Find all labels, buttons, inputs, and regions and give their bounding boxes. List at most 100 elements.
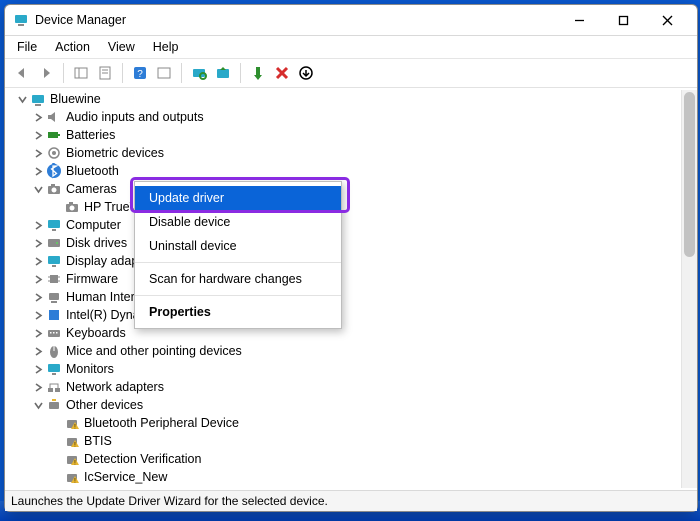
scrollbar-thumb[interactable] [684, 92, 695, 257]
tree-item[interactable]: ! IcService_New [9, 468, 679, 486]
expand-toggle[interactable] [15, 92, 29, 106]
intel-icon [46, 307, 62, 323]
status-bar: Launches the Update Driver Wizard for th… [5, 490, 697, 511]
tree-label: Other devices [66, 398, 143, 412]
titlebar[interactable]: Device Manager [5, 5, 697, 36]
tree-label: Monitors [66, 362, 114, 376]
action-button[interactable] [153, 62, 175, 84]
tree-root[interactable]: Bluewine [9, 90, 679, 108]
tree-item[interactable]: Other devices [9, 396, 679, 414]
menu-action[interactable]: Action [47, 38, 98, 56]
tree-label: IcService_New [84, 470, 167, 484]
expand-toggle[interactable] [31, 272, 45, 286]
toolbar-separator [181, 63, 182, 83]
expand-toggle[interactable] [31, 380, 45, 394]
tree-pane: Bluewine Audio inputs and outputs Batterie… [5, 88, 697, 490]
tree-label: Network adapters [66, 380, 164, 394]
toolbar: ? [5, 59, 697, 88]
tree-item[interactable]: Keyboards [9, 324, 679, 342]
expand-toggle[interactable] [31, 398, 45, 412]
device-manager-window: Device Manager File Action View Help ? B… [4, 4, 698, 512]
context-menu-item[interactable]: Disable device [135, 210, 341, 234]
menu-help[interactable]: Help [145, 38, 187, 56]
tree-label: Computer [66, 218, 121, 232]
tree-item[interactable]: Firmware [9, 270, 679, 288]
expand-toggle[interactable] [31, 236, 45, 250]
help-button[interactable]: ? [129, 62, 151, 84]
warn-icon: ! [64, 415, 80, 431]
tree-item[interactable]: Cameras [9, 180, 679, 198]
app-icon [13, 12, 29, 28]
context-menu-separator [135, 295, 341, 296]
tree-label: Firmware [66, 272, 118, 286]
tree-item[interactable]: !SAMSUNGDEVICE [9, 486, 679, 488]
expand-toggle[interactable] [31, 362, 45, 376]
context-menu-item[interactable]: Scan for hardware changes [135, 267, 341, 291]
warn-icon: ! [64, 487, 80, 488]
window-controls [557, 6, 689, 34]
context-menu-item[interactable]: Uninstall device [135, 234, 341, 258]
enable-button[interactable] [247, 62, 269, 84]
tree-item[interactable]: !Bluetooth Peripheral Device [9, 414, 679, 432]
back-button[interactable] [11, 62, 33, 84]
expand-toggle[interactable] [31, 164, 45, 178]
monitor-icon [46, 361, 62, 377]
tree-item[interactable]: Batteries [9, 126, 679, 144]
tree-item[interactable]: Bluetooth [9, 162, 679, 180]
menu-view[interactable]: View [100, 38, 143, 56]
uninstall-button[interactable] [271, 62, 293, 84]
tree-label: Keyboards [66, 326, 126, 340]
tree-item[interactable]: Network adapters [9, 378, 679, 396]
tree-label: Bluewine [50, 92, 101, 106]
toolbar-separator [240, 63, 241, 83]
device-tree[interactable]: Bluewine Audio inputs and outputs Batterie… [9, 90, 679, 488]
expand-toggle[interactable] [31, 218, 45, 232]
tree-item[interactable]: Biometric devices [9, 144, 679, 162]
expand-toggle[interactable] [31, 146, 45, 160]
close-button[interactable] [645, 6, 689, 34]
expand-toggle[interactable] [31, 326, 45, 340]
mouse-icon [46, 343, 62, 359]
context-menu-item[interactable]: Update driver [135, 186, 341, 210]
tree-label: Audio inputs and outputs [66, 110, 204, 124]
tree-item[interactable]: Computer [9, 216, 679, 234]
tree-item[interactable]: Monitors [9, 360, 679, 378]
chip-icon [46, 271, 62, 287]
tree-item[interactable]: Display adaptor [9, 252, 679, 270]
menu-file[interactable]: File [9, 38, 45, 56]
expand-toggle[interactable] [31, 128, 45, 142]
tree-item[interactable]: Audio inputs and outputs [9, 108, 679, 126]
forward-button[interactable] [35, 62, 57, 84]
expand-toggle[interactable] [31, 254, 45, 268]
context-menu[interactable]: Update driverDisable deviceUninstall dev… [134, 181, 342, 329]
expand-toggle[interactable] [31, 290, 45, 304]
expand-toggle[interactable] [31, 182, 45, 196]
hid-icon [46, 289, 62, 305]
tree-item[interactable]: HP TrueVisi [9, 198, 679, 216]
tree-item[interactable]: Disk drives [9, 234, 679, 252]
maximize-button[interactable] [601, 6, 645, 34]
tree-label: Bluetooth [66, 164, 119, 178]
bluetooth-icon [46, 163, 62, 179]
scrollbar[interactable] [681, 90, 697, 488]
minimize-button[interactable] [557, 6, 601, 34]
tree-item[interactable]: !BTIS [9, 432, 679, 450]
properties-button[interactable] [94, 62, 116, 84]
expand-toggle[interactable] [31, 308, 45, 322]
context-menu-item[interactable]: Properties [135, 300, 341, 324]
tree-item[interactable]: Human Interface [9, 288, 679, 306]
scan-button[interactable] [188, 62, 210, 84]
biometric-icon [46, 145, 62, 161]
show-hide-tree-button[interactable] [70, 62, 92, 84]
tree-item[interactable]: Intel(R) Dynamic [9, 306, 679, 324]
expand-toggle[interactable] [31, 344, 45, 358]
toolbar-separator [63, 63, 64, 83]
monitor-icon [46, 217, 62, 233]
tree-item[interactable]: Mice and other pointing devices [9, 342, 679, 360]
expand-toggle[interactable] [31, 110, 45, 124]
keyboard-icon [46, 325, 62, 341]
disable-button[interactable] [295, 62, 317, 84]
update-driver-button[interactable] [212, 62, 234, 84]
tree-item[interactable]: !Detection Verification [9, 450, 679, 468]
camera-icon [46, 181, 62, 197]
